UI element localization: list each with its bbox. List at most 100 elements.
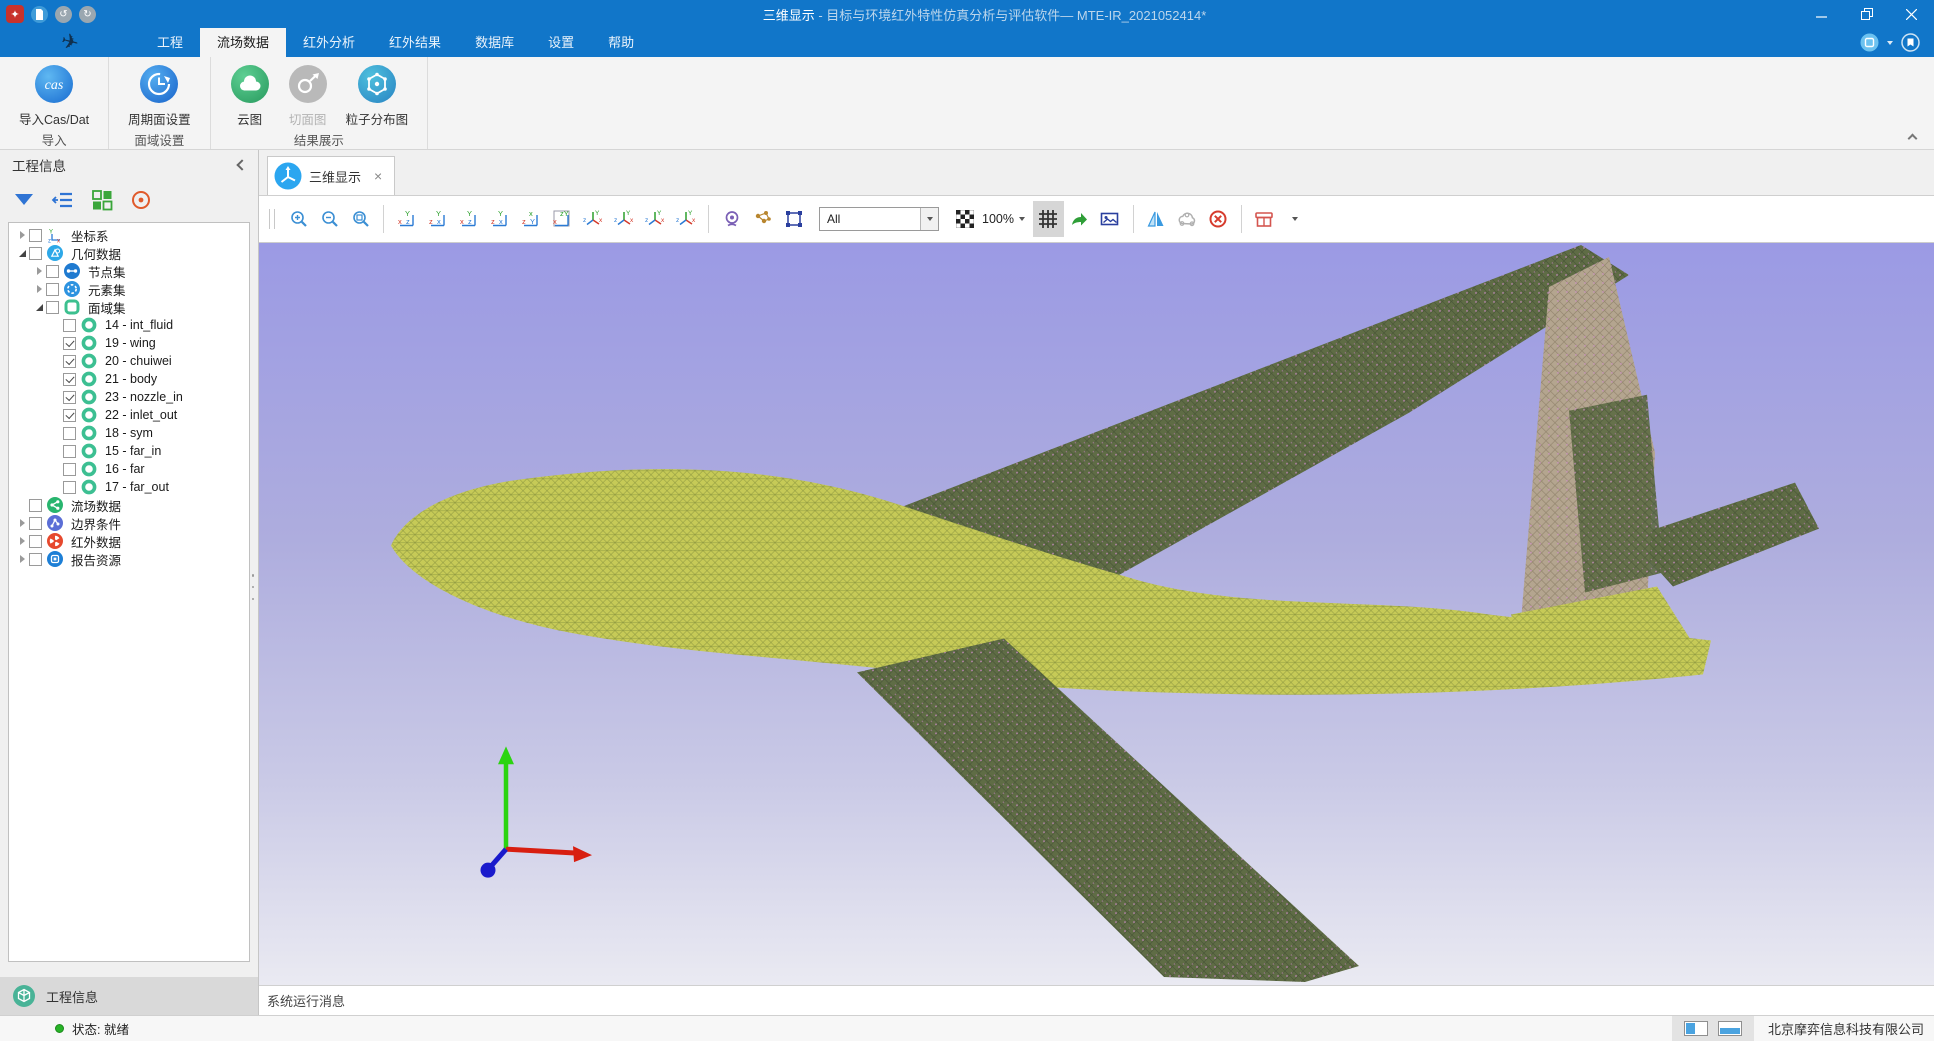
menu-tab-3[interactable]: 红外分析 (286, 28, 372, 57)
tree-checkbox[interactable] (63, 463, 76, 476)
display-filter-dropdown-button[interactable] (920, 208, 938, 230)
minimize-button[interactable] (1799, 0, 1844, 28)
view-bottom-icon[interactable]: zYx (546, 201, 577, 237)
tree-row[interactable]: 17 - far_out (9, 478, 249, 496)
expand-closed-icon[interactable] (15, 519, 29, 527)
tree-row[interactable]: 19 - wing (9, 334, 249, 352)
select-box-icon[interactable] (778, 201, 809, 237)
redo-icon[interactable]: ↻ (79, 6, 96, 23)
undo-icon[interactable]: ↺ (55, 6, 72, 23)
periodic-face-button[interactable]: 周期面设置 (119, 63, 200, 128)
tree-row[interactable]: 几何数据 (9, 244, 249, 262)
tree-row[interactable]: 21 - body (9, 370, 249, 388)
view-iso-3-icon[interactable]: Yxz (639, 201, 670, 237)
tree-checkbox[interactable] (63, 373, 76, 386)
tree-row[interactable]: 23 - nozzle_in (9, 388, 249, 406)
tree-row[interactable]: 元素集 (9, 280, 249, 298)
locate-icon[interactable] (129, 188, 153, 212)
tree-row[interactable]: 红外数据 (9, 532, 249, 550)
mesh-grid-icon[interactable] (1033, 201, 1064, 237)
display-filter-select[interactable]: All (819, 207, 939, 231)
mirror-icon[interactable] (1141, 201, 1172, 237)
close-button[interactable] (1889, 0, 1934, 28)
tree-row[interactable]: 流场数据 (9, 496, 249, 514)
help-badge-icon[interactable] (1901, 33, 1920, 52)
expand-closed-icon[interactable] (15, 231, 29, 239)
tree-checkbox[interactable] (63, 481, 76, 494)
expand-closed-icon[interactable] (32, 285, 46, 293)
cluster-icon[interactable] (747, 201, 778, 237)
dither-icon[interactable] (949, 201, 980, 237)
view-iso-1-icon[interactable]: Yxz (577, 201, 608, 237)
layout-bottom-panel-icon[interactable] (1718, 1021, 1742, 1036)
cancel-icon[interactable] (1203, 201, 1234, 237)
tree-row[interactable]: 14 - int_fluid (9, 316, 249, 334)
tree-row[interactable]: 18 - sym (9, 424, 249, 442)
tree-checkbox[interactable] (29, 535, 42, 548)
contour-cloud-button[interactable]: 云图 (221, 63, 279, 128)
tree-checkbox[interactable] (63, 355, 76, 368)
tree-row[interactable]: 20 - chuiwei (9, 352, 249, 370)
tab-close-icon[interactable]: × (374, 168, 382, 184)
layout-left-panel-icon[interactable] (1684, 1021, 1708, 1036)
tree-row[interactable]: 22 - inlet_out (9, 406, 249, 424)
cas-import-button[interactable]: cas导入Cas/Dat (10, 63, 98, 128)
tree-row[interactable]: 16 - far (9, 460, 249, 478)
tree-row[interactable]: 节点集 (9, 262, 249, 280)
tree-row[interactable]: 报告资源 (9, 550, 249, 568)
tree-checkbox[interactable] (63, 427, 76, 440)
tree-checkbox[interactable] (29, 499, 42, 512)
new-doc-icon[interactable] (31, 6, 48, 23)
toolbar-grip[interactable] (269, 209, 275, 229)
menu-tab-4[interactable]: 红外结果 (372, 28, 458, 57)
view-iso-4-icon[interactable]: Yxz (670, 201, 701, 237)
pin-icon[interactable]: ✦ (6, 5, 24, 23)
expand-closed-icon[interactable] (15, 555, 29, 563)
expand-closed-icon[interactable] (15, 537, 29, 545)
tree-checkbox[interactable] (63, 391, 76, 404)
filter-icon[interactable] (12, 188, 36, 212)
block-grid-icon[interactable] (90, 188, 114, 212)
forward-arrow-icon[interactable] (1064, 201, 1095, 237)
tree-checkbox[interactable] (46, 283, 59, 296)
restore-button[interactable] (1844, 0, 1889, 28)
zoom-fit-icon[interactable] (345, 201, 376, 237)
tree-checkbox[interactable] (29, 247, 42, 260)
expand-open-icon[interactable] (15, 250, 29, 257)
tree-checkbox[interactable] (63, 409, 76, 422)
opacity-select[interactable]: 100% (982, 212, 1025, 226)
panel-footer[interactable]: 工程信息 (0, 977, 258, 1015)
view-iso-2-icon[interactable]: Yxz (608, 201, 639, 237)
export-caret-icon[interactable] (1280, 201, 1311, 237)
tree-checkbox[interactable] (46, 301, 59, 314)
menu-tab-1[interactable]: 工程 (140, 28, 200, 57)
viewport-3d[interactable] (259, 243, 1934, 985)
tree-checkbox[interactable] (29, 517, 42, 530)
view-top-icon[interactable]: xzY (515, 201, 546, 237)
zoom-out-icon[interactable] (314, 201, 345, 237)
outline-list-icon[interactable] (51, 188, 75, 212)
tree-checkbox[interactable] (46, 265, 59, 278)
tab-3d-view[interactable]: 三维显示 × (267, 156, 395, 195)
tree-checkbox[interactable] (29, 229, 42, 242)
view-left-icon[interactable]: Yxz (453, 201, 484, 237)
view-back-icon[interactable]: Yzx (422, 201, 453, 237)
window-switch-icon[interactable] (1860, 33, 1879, 52)
tree-row[interactable]: Yzx坐标系 (9, 226, 249, 244)
tree-row[interactable]: 15 - far_in (9, 442, 249, 460)
tree-row[interactable]: 面域集 (9, 298, 249, 316)
ribbon-collapse-button[interactable] (1909, 135, 1918, 144)
caret-down-icon[interactable] (1887, 41, 1893, 45)
tree-row[interactable]: 边界条件 (9, 514, 249, 532)
view-right-icon[interactable]: Yzx (484, 201, 515, 237)
particle-distribution-button[interactable]: 粒子分布图 (337, 63, 418, 128)
cloud-outline-icon[interactable] (1172, 201, 1203, 237)
probe-icon[interactable] (716, 201, 747, 237)
menu-tab-2[interactable]: 流场数据 (200, 28, 286, 57)
zoom-in-icon[interactable] (283, 201, 314, 237)
expand-open-icon[interactable] (32, 304, 46, 311)
tree-checkbox[interactable] (63, 319, 76, 332)
tree-checkbox[interactable] (29, 553, 42, 566)
export-box-icon[interactable] (1249, 201, 1280, 237)
tree-checkbox[interactable] (63, 445, 76, 458)
